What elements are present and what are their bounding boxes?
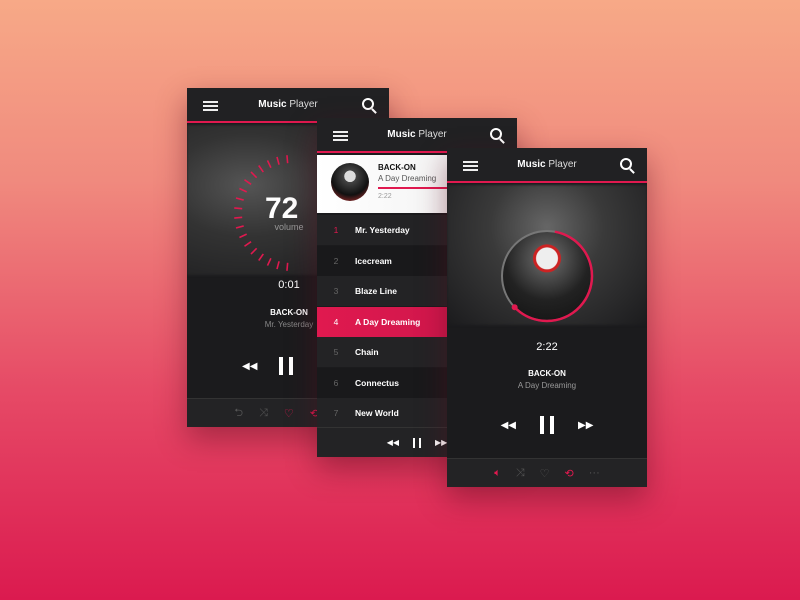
progress-ring[interactable]	[499, 228, 595, 324]
app-title: Music Player	[187, 99, 389, 110]
track-number: 4	[333, 316, 339, 327]
track-title: New World	[355, 408, 399, 418]
search-icon[interactable]	[620, 158, 632, 170]
volume-value: 72	[265, 192, 299, 225]
rewind-icon[interactable]: ◀◀	[501, 420, 516, 431]
progress-fill	[378, 187, 448, 189]
shuffle-icon[interactable]: ⤨	[259, 407, 268, 420]
volume-tick	[266, 160, 272, 169]
song-title: A Day Dreaming	[378, 174, 437, 183]
volume-tick	[235, 225, 244, 229]
volume-tick	[258, 253, 264, 261]
repeat-icon[interactable]: ⮌	[234, 404, 243, 423]
track-number: 5	[333, 347, 339, 357]
title-bold: Music	[387, 129, 416, 140]
forward-icon[interactable]: ▶▶	[578, 420, 593, 431]
track-title: A Day Dreaming	[355, 316, 421, 327]
rewind-icon[interactable]: ◀◀	[242, 361, 257, 372]
track-title: Mr. Yesterday	[355, 225, 410, 235]
volume-tick	[234, 207, 243, 210]
volume-label: volume	[274, 222, 304, 232]
rewind-icon[interactable]: ◀◀	[387, 438, 399, 447]
volume-tick	[250, 247, 258, 255]
shuffle-icon[interactable]: ⤨	[516, 467, 525, 480]
player-screen: Music Player 2:22 BACK-ON A Day Dreaming…	[447, 148, 647, 487]
volume-tick	[244, 241, 252, 247]
search-icon[interactable]	[362, 98, 374, 110]
app-title: Music Player	[447, 159, 647, 170]
volume-tick	[250, 171, 258, 179]
track-time: 2:22	[378, 193, 392, 200]
album-art	[331, 163, 369, 201]
pause-button[interactable]	[413, 437, 421, 448]
song-title: A Day Dreaming	[517, 381, 577, 390]
track-number: 6	[333, 377, 339, 388]
elapsed-time: 0:01	[278, 279, 300, 291]
volume-tick	[239, 187, 248, 193]
track-number: 3	[333, 286, 339, 296]
track-number: 1	[333, 225, 339, 235]
track-title: Icecream	[355, 255, 392, 266]
track-title: Connectus	[355, 377, 399, 388]
volume-tick	[276, 261, 280, 270]
more-icon[interactable]: ···	[589, 467, 600, 479]
forward-icon[interactable]: ▶▶	[435, 438, 447, 447]
ring-handle[interactable]	[511, 304, 518, 311]
volume-tick	[258, 165, 264, 173]
pause-button[interactable]	[540, 416, 554, 434]
volume-tick	[235, 197, 244, 201]
volume-tick	[286, 155, 289, 164]
app-title: Music Player	[317, 129, 517, 140]
volume-tick	[276, 156, 280, 165]
volume-tick	[286, 262, 289, 271]
volume-tick	[266, 257, 272, 266]
title-bold: Music	[517, 159, 546, 170]
header: Music Player	[447, 148, 647, 183]
artist-name: BACK-ON	[528, 369, 566, 378]
track-number: 2	[333, 255, 339, 266]
title-rest: Player	[418, 129, 447, 140]
artist-name: BACK-ON	[378, 163, 416, 172]
heart-icon[interactable]: ♡	[540, 467, 550, 480]
elapsed-time: 2:22	[536, 341, 558, 353]
title-bold: Music	[258, 99, 287, 110]
volume-tick	[234, 216, 243, 219]
heart-icon[interactable]: ♡	[284, 407, 294, 420]
title-rest: Player	[289, 99, 318, 110]
pause-button[interactable]	[279, 357, 294, 375]
volume-tick	[239, 233, 248, 239]
track-title: Blaze Line	[355, 286, 398, 296]
track-title: Chain	[355, 347, 379, 357]
repeat-icon[interactable]: ⟲	[565, 467, 574, 480]
track-number: 7	[333, 408, 339, 418]
title-rest: Player	[548, 159, 577, 170]
volume-icon[interactable]: 🔈︎	[494, 467, 501, 480]
search-icon[interactable]	[490, 128, 502, 140]
volume-tick	[244, 179, 252, 185]
